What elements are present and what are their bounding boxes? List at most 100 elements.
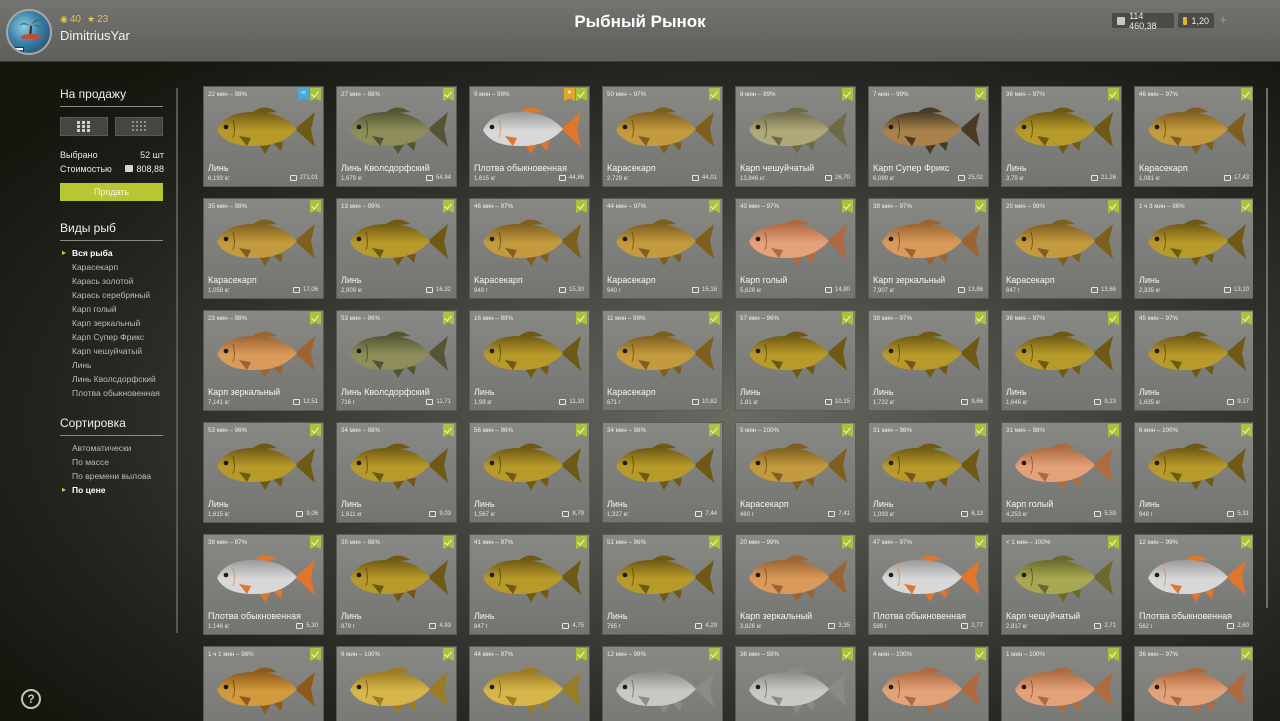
fish-card[interactable]: 1 мин – 100% xyxy=(1001,646,1122,721)
sort-option-item[interactable]: По времени вылова xyxy=(72,471,151,481)
fish-card[interactable]: 35 мин – 98% Линь 879 г 4,93 xyxy=(336,534,457,635)
fish-card[interactable]: 34 мин – 98% Линь 1,611 кг 9,03 xyxy=(336,422,457,523)
species-filter-item[interactable]: Карась серебряный xyxy=(72,290,150,300)
fish-name: Линь xyxy=(474,611,495,621)
fish-card[interactable]: 51 мин – 96% Линь 765 г 4,29 xyxy=(602,534,723,635)
catch-time-quality: 6 мин – 100% xyxy=(1139,427,1178,434)
fish-card[interactable]: 36 мин – 98% xyxy=(735,646,856,721)
circle-star-icon: ◉ xyxy=(60,14,68,24)
fish-card[interactable]: 43 мин – 97% Карп голый 5,628 кг 14,80 xyxy=(735,198,856,299)
species-filter-item[interactable]: Линь Кволсдорфский xyxy=(72,374,156,384)
grid-scrollbar[interactable] xyxy=(1266,88,1268,608)
coin-icon xyxy=(1227,399,1235,405)
fish-name: Плотва обыкновенная xyxy=(1139,611,1232,621)
grid-small-view-button[interactable] xyxy=(115,117,163,136)
fish-card[interactable]: 46 мин – 97% Карасекарп 1,081 кг 17,43 xyxy=(1134,86,1253,187)
sort-option-item[interactable]: Автоматически xyxy=(72,443,131,453)
species-filter-item[interactable]: Плотва обыкновенная xyxy=(72,388,160,398)
coin-icon xyxy=(562,623,570,629)
coin-icon xyxy=(1094,511,1102,517)
sort-option-item[interactable]: По массе xyxy=(72,457,109,467)
fish-card[interactable]: 11 мин – 99% Карасекарп 671 г 10,82 xyxy=(602,310,723,411)
player-name[interactable]: DimitriusYar xyxy=(60,28,130,43)
grid-large-view-button[interactable] xyxy=(60,117,108,136)
fish-card[interactable]: 50 мин – 97% Карасекарп 2,729 кг 44,01 xyxy=(602,86,723,187)
fish-price-value: 13,66 xyxy=(1100,287,1116,293)
fish-price: 13,66 xyxy=(1090,287,1116,293)
fish-card[interactable]: 57 мин – 96% Линь 1,81 кг 10,15 xyxy=(735,310,856,411)
fish-card[interactable]: 1 ч 1 мин – 96% xyxy=(203,646,324,721)
species-filter-item[interactable]: Карасекарп xyxy=(72,262,118,272)
fish-card[interactable]: 20 мин – 99% Карп зеркальный 3,826 кг 3,35 xyxy=(735,534,856,635)
fish-card[interactable]: 9 мин – 99% ★ Плотва обыкновенная 1,615 кг 4… xyxy=(469,86,590,187)
fish-card[interactable]: < 1 мин – 100% Карп чешуйчатый 2,817 кг 2,7… xyxy=(1001,534,1122,635)
species-filter-item[interactable]: Карп чешуйчатый xyxy=(72,346,142,356)
fish-price-value: 44,01 xyxy=(701,175,717,181)
star-icon: ★ xyxy=(86,14,96,24)
fish-card[interactable]: 6 мин – 100% xyxy=(336,646,457,721)
fish-card[interactable]: 41 мин – 97% Линь 847 г 4,75 xyxy=(469,534,590,635)
fish-card[interactable]: 44 мин – 97% xyxy=(469,646,590,721)
fish-card[interactable]: 36 мин – 97% Линь 3,79 кг 21,26 xyxy=(1001,86,1122,187)
species-filter-item[interactable]: Вся рыба xyxy=(62,248,113,258)
catch-time-quality: 12 мин – 99% xyxy=(1139,539,1178,546)
fish-card[interactable]: 13 мин – 99% Линь 2,909 кг 16,32 xyxy=(336,198,457,299)
fish-card[interactable]: 23 мин – 98% Карп зеркальный 7,141 кг 12,51 xyxy=(203,310,324,411)
fish-card[interactable]: 4 мин – 100% xyxy=(868,646,989,721)
fish-card[interactable]: 38 мин – 97% Карп зеркальный 7,907 кг 13,86 xyxy=(868,198,989,299)
fish-price-value: 5,30 xyxy=(306,623,318,629)
fish-card[interactable]: 6 мин – 100% Линь 948 г 5,31 xyxy=(1134,422,1253,523)
fish-image xyxy=(211,324,319,382)
fish-weight: 7,907 кг xyxy=(873,288,895,294)
fish-card[interactable]: 44 мин – 97% Карасекарп 940 г 15,16 xyxy=(602,198,723,299)
sort-option-item[interactable]: По цене xyxy=(62,485,106,495)
fish-card[interactable]: 35 мин – 98% Карасекарп 1,058 кг 17,06 xyxy=(203,198,324,299)
fish-weight: 2,909 кг xyxy=(341,288,363,294)
fish-card[interactable]: 38 мин – 97% Линь 1,722 кг 9,66 xyxy=(868,310,989,411)
fish-card[interactable]: 36 мин – 97% Линь 1,646 кг 9,23 xyxy=(1001,310,1122,411)
fish-card[interactable]: 31 мин – 98% Карп голый 4,253 кг 5,59 xyxy=(1001,422,1122,523)
fish-weight: 765 г xyxy=(607,624,621,630)
fish-card[interactable]: 36 мин – 97% xyxy=(1134,646,1253,721)
fish-card[interactable]: 20 мин – 99% Карасекарп 847 г 13,66 xyxy=(1001,198,1122,299)
add-currency-button[interactable]: + xyxy=(1216,13,1230,28)
fish-card[interactable]: 12 мин – 99% xyxy=(602,646,723,721)
player-avatar[interactable] xyxy=(6,9,52,55)
coin-icon xyxy=(691,287,699,293)
species-filter-item[interactable]: Карп Супер Фрикс xyxy=(72,332,144,342)
fish-name: Плотва обыкновенная xyxy=(208,611,301,621)
catch-time-quality: 1 ч 3 мин – 96% xyxy=(1139,203,1185,210)
fish-card[interactable]: 47 мин – 97% Плотва обыкновенная 599 г 2,77 xyxy=(868,534,989,635)
species-filter-item[interactable]: Карась золотой xyxy=(72,276,133,286)
coin-icon xyxy=(559,399,567,405)
species-filter-item[interactable]: Линь xyxy=(72,360,91,370)
fish-card[interactable]: 53 мин – 96% Линь 1,615 кг 9,06 xyxy=(203,422,324,523)
fish-price-value: 2,77 xyxy=(971,623,983,629)
fish-card[interactable]: 45 мин – 97% Линь 1,635 кг 9,17 xyxy=(1134,310,1253,411)
fish-card[interactable]: 22 мин – 98% ∞ Линь 6,193 кг 271,01 xyxy=(203,86,324,187)
fish-card[interactable]: 34 мин – 98% Линь 1,327 кг 7,44 xyxy=(602,422,723,523)
fish-name: Карп голый xyxy=(740,275,788,285)
fish-image xyxy=(477,436,585,494)
help-icon[interactable]: ? xyxy=(21,689,41,709)
fish-card[interactable]: 8 мин – 99% Карп чешуйчатый 13,846 кг 26,70 xyxy=(735,86,856,187)
sell-button[interactable]: Продать xyxy=(60,183,163,201)
coin-icon xyxy=(824,399,832,405)
fish-card[interactable]: 1 ч 3 мин – 96% Линь 2,335 кг 13,10 xyxy=(1134,198,1253,299)
catch-time-quality: 8 мин – 99% xyxy=(740,91,776,98)
species-filter-item[interactable]: Карп голый xyxy=(72,304,117,314)
fish-card[interactable]: 27 мин – 98% Линь Кволсдорфский 1,679 кг 54… xyxy=(336,86,457,187)
fish-price-value: 5,59 xyxy=(1104,511,1116,517)
fish-card[interactable]: 5 мин – 100% Карасекарп 460 г 7,41 xyxy=(735,422,856,523)
fish-card[interactable]: 16 мин – 99% Линь 1,98 кг 11,10 xyxy=(469,310,590,411)
fish-card[interactable]: 46 мин – 97% Карасекарп 949 г 15,30 xyxy=(469,198,590,299)
fish-image xyxy=(610,548,718,606)
fish-card[interactable]: 12 мин – 99% Плотва обыкновенная 562 г 2,60 xyxy=(1134,534,1253,635)
fish-card[interactable]: 38 мин – 97% Плотва обыкновенная 1,146 кг 5… xyxy=(203,534,324,635)
fish-card[interactable]: 53 мин – 96% Линь Кволсдорфский 716 г 11,71 xyxy=(336,310,457,411)
species-filter-item[interactable]: Карп зеркальный xyxy=(72,318,140,328)
fish-card[interactable]: 56 мин – 96% Линь 1,567 кг 8,79 xyxy=(469,422,590,523)
fish-card[interactable]: 31 мин – 98% Линь 1,093 кг 6,13 xyxy=(868,422,989,523)
fish-card[interactable]: 7 мин – 99% Карп Супер Фрикс 6,099 кг 25,02 xyxy=(868,86,989,187)
divider xyxy=(60,240,163,241)
